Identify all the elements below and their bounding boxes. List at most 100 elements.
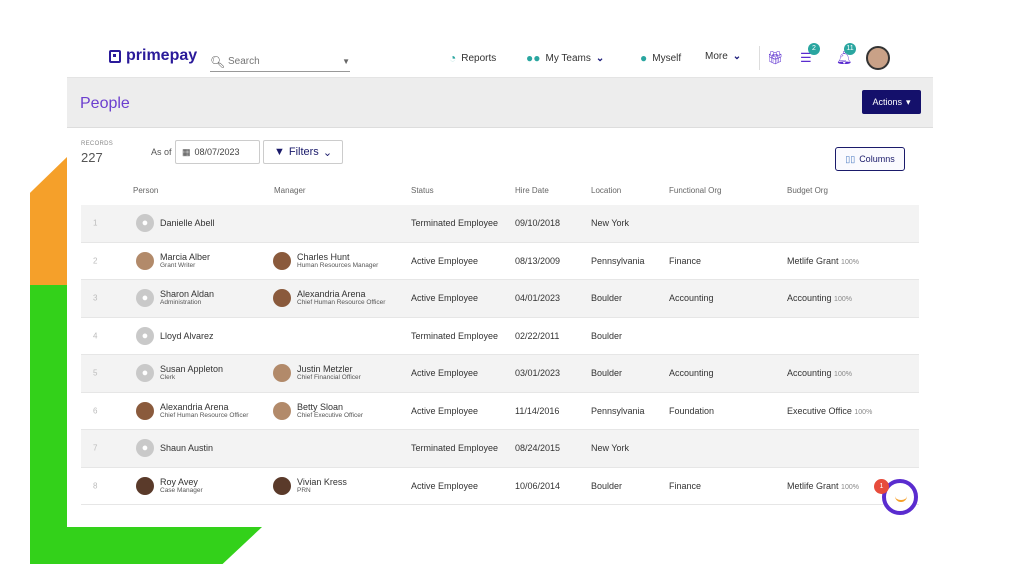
search-input[interactable] [228,56,328,67]
brand-name: primepay [126,47,197,65]
person-title: Grant Writer [160,262,210,270]
nav-more[interactable]: More ⌄ [705,51,741,62]
search-dropdown-icon[interactable]: ▼ [342,57,350,66]
person-title: Chief Human Resource Officer [160,412,248,420]
columns-button[interactable]: ▯▯ Columns [835,147,905,171]
status-cell: Active Employee [411,293,478,303]
manager-cell[interactable]: Vivian Kress PRN [273,477,347,495]
status-cell: Active Employee [411,406,478,416]
person-title: Clerk [160,374,223,382]
hire-date-cell: 08/24/2015 [515,443,560,453]
as-of-label: As of [151,147,172,157]
hire-date-cell: 03/01/2023 [515,368,560,378]
column-header-location[interactable]: Location [591,186,621,195]
columns-icon: ▯▯ [845,154,855,165]
location-cell: Boulder [591,331,622,341]
person-avatar [136,252,154,270]
person-cell[interactable]: Alexandria Arena Chief Human Resource Of… [136,402,248,420]
person-cell[interactable]: ● Danielle Abell [136,214,215,232]
search-icon: 🔍︎ [210,55,228,69]
decorative-green-base [30,527,262,564]
column-header-manager[interactable]: Manager [274,186,306,195]
as-of-date-field[interactable]: ▦ 08/07/2023 [175,140,260,164]
budget-org-name: Metlife Grant [787,256,839,266]
budget-org-percent: 100% [834,296,852,303]
status-cell: Active Employee [411,368,478,378]
user-avatar[interactable] [866,46,890,70]
chevron-down-icon: ⌄ [733,51,741,62]
nav-my-teams[interactable]: ●● My Teams ⌄ [526,51,604,65]
row-index: 6 [93,406,97,415]
table-row[interactable]: 3 ● Sharon Aldan Administration Alexandr… [81,280,919,318]
person-cell[interactable]: Marcia Alber Grant Writer [136,252,210,270]
search-box[interactable]: 🔍︎ ▼ [210,52,350,72]
page-header: People Actions ▾ [67,78,933,128]
budget-org-name: Accounting [787,368,832,378]
nav-myself[interactable]: ● Myself [640,51,681,65]
nav-my-teams-label: My Teams [546,53,591,64]
table-row[interactable]: 2 Marcia Alber Grant Writer Charles Hunt… [81,243,919,281]
bell-icon[interactable]: 🔔︎ 11 [836,50,853,66]
person-cell[interactable]: Roy Avey Case Manager [136,477,203,495]
person-cell[interactable]: ● Susan Appleton Clerk [136,364,223,382]
person-avatar: ● [136,214,154,232]
functional-org-cell: Accounting [669,293,714,303]
column-header-functional-org[interactable]: Functional Org [669,186,721,195]
budget-org-cell: Accounting 100% [787,293,852,303]
task-list-icon[interactable]: ☰ 2 [800,50,812,66]
nav-reports[interactable]: ◔ Reports [449,51,496,65]
gift-icon[interactable]: 🎁︎ [767,50,784,66]
column-header-status[interactable]: Status [411,186,434,195]
records-label: RECORDS [81,141,113,147]
pie-chart-icon: ◔ [449,51,456,65]
row-index: 7 [93,444,97,453]
table-header: Person Manager Status Hire Date Location… [81,186,919,202]
manager-avatar [273,402,291,420]
actions-button[interactable]: Actions ▾ [862,90,921,114]
person-avatar [136,477,154,495]
row-index: 3 [93,294,97,303]
hire-date-cell: 09/10/2018 [515,218,560,228]
person-cell[interactable]: ● Shaun Austin [136,439,213,457]
columns-label: Columns [859,154,895,164]
filter-icon: ▼ [274,146,285,158]
notifications-badge: 11 [844,43,856,55]
calendar-icon: ▦ [182,147,191,158]
filters-button[interactable]: ▼ Filters ⌄ [263,140,343,164]
table-row[interactable]: 5 ● Susan Appleton Clerk Justin Metzler … [81,355,919,393]
column-header-hire-date[interactable]: Hire Date [515,186,549,195]
location-cell: Boulder [591,481,622,491]
chat-widget-button[interactable]: 1 [882,479,918,515]
table-row[interactable]: 4 ● Lloyd Alvarez Terminated Employee02/… [81,318,919,356]
manager-cell[interactable]: Charles Hunt Human Resources Manager [273,252,378,270]
manager-name: Betty Sloan [297,402,363,412]
column-header-person[interactable]: Person [133,186,158,195]
column-header-budget-org[interactable]: Budget Org [787,186,828,195]
person-cell[interactable]: ● Sharon Aldan Administration [136,289,214,307]
budget-org-cell: Metlife Grant 100% [787,481,859,491]
manager-cell[interactable]: Alexandria Arena Chief Human Resource Of… [273,289,385,307]
manager-title: Human Resources Manager [297,262,378,270]
row-index: 2 [93,256,97,265]
table-row[interactable]: 1 ● Danielle Abell Terminated Employee09… [81,205,919,243]
person-cell[interactable]: ● Lloyd Alvarez [136,327,214,345]
table-row[interactable]: 8 Roy Avey Case Manager Vivian Kress PRN… [81,468,919,506]
person-title: Administration [160,299,214,307]
status-cell: Terminated Employee [411,331,498,341]
person-avatar: ● [136,289,154,307]
brand-logo[interactable]: primepay [109,47,197,65]
budget-org-percent: 100% [841,259,859,266]
table-row[interactable]: 7 ● Shaun Austin Terminated Employee08/2… [81,430,919,468]
functional-org-cell: Foundation [669,406,714,416]
manager-cell[interactable]: Betty Sloan Chief Executive Officer [273,402,363,420]
status-cell: Active Employee [411,256,478,266]
table-row[interactable]: 6 Alexandria Arena Chief Human Resource … [81,393,919,431]
chevron-down-icon: ⌄ [323,146,332,159]
primepay-logo-icon [109,50,121,63]
budget-org-percent: 100% [841,484,859,491]
manager-name: Justin Metzler [297,364,361,374]
location-cell: New York [591,218,629,228]
decorative-orange-stripe [30,157,67,285]
app-window: primepay 🔍︎ ▼ ◔ Reports ●● My Teams ⌄ ● … [67,38,933,516]
manager-cell[interactable]: Justin Metzler Chief Financial Officer [273,364,361,382]
